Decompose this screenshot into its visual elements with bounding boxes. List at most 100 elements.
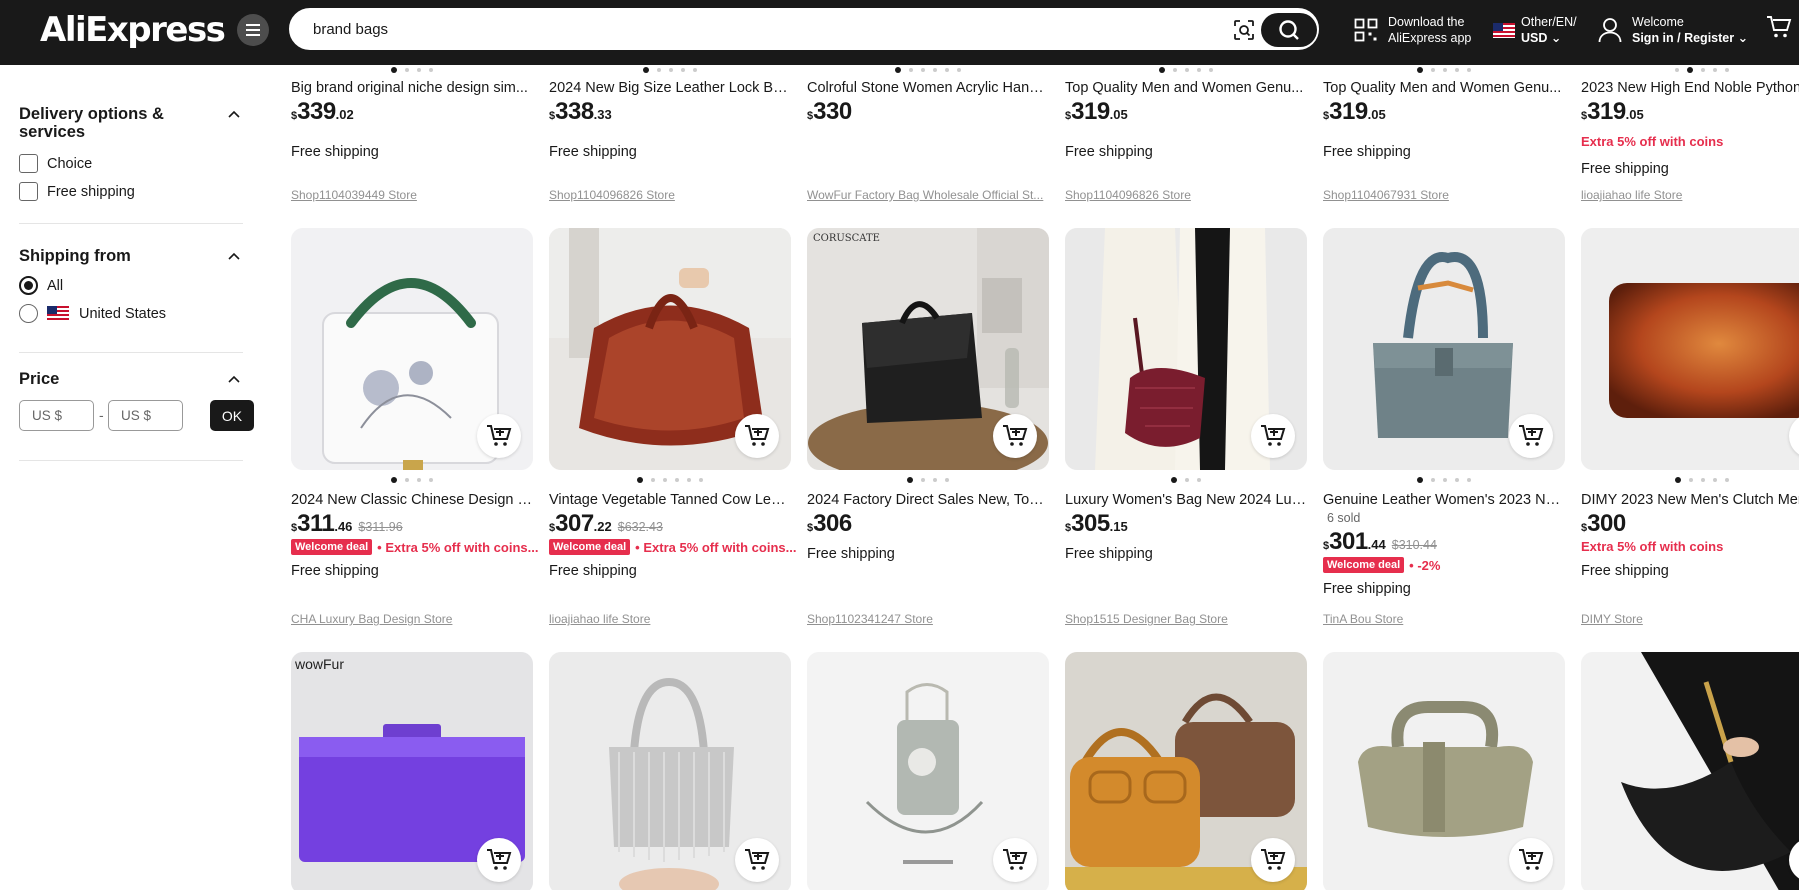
product-title[interactable]: 2024 New Classic Chinese Design H... [291, 491, 533, 509]
product-title[interactable]: Genuine Leather Women's 2023 Ne... [1323, 491, 1565, 509]
store-link[interactable]: Shop1104096826 Store [1065, 188, 1307, 202]
store-link[interactable]: lioajiahao life Store [549, 612, 791, 626]
product-image[interactable] [807, 652, 1049, 890]
add-to-cart-button[interactable] [993, 414, 1037, 458]
sign-in-register-link[interactable]: Sign in / Register [1632, 31, 1734, 45]
shipping-from-filter: Shipping from All United States [19, 247, 243, 323]
product-title[interactable]: Luxury Women's Bag New 2024 Lux... [1065, 491, 1307, 509]
add-to-cart-icon [745, 849, 770, 870]
add-to-cart-button[interactable] [477, 838, 521, 882]
product-price: $338.33 [549, 98, 612, 125]
product-card[interactable]: Genuine Leather Women's 2023 Ne... 6 sol… [1323, 228, 1565, 597]
product-title[interactable]: Colroful Stone Women Acrylic Hand... [807, 79, 1049, 97]
store-link[interactable]: Shop1102341247 Store [807, 612, 1049, 626]
product-card[interactable]: Big brand original niche design sim... $… [291, 65, 533, 205]
divider [19, 223, 243, 224]
product-card[interactable]: Top Quality Men and Women Genu... $319.0… [1065, 65, 1307, 205]
product-card[interactable]: Top Quality Men and Women Genu... $319.0… [1323, 65, 1565, 205]
checkbox-box[interactable] [19, 182, 38, 201]
store-link[interactable]: WowFur Factory Bag Wholesale Official St… [807, 188, 1049, 202]
product-image[interactable] [1581, 228, 1799, 470]
add-to-cart-button[interactable] [1509, 414, 1553, 458]
product-image[interactable] [291, 228, 533, 470]
store-link[interactable]: Shop1104039449 Store [291, 188, 533, 202]
ship-from-us-radio[interactable]: United States [19, 304, 166, 323]
product-card[interactable]: DIMY 2023 New Men's Clutch Men ... $300 … [1581, 228, 1799, 588]
logo-text: AliExpress [40, 10, 226, 50]
cart-icon[interactable] [1766, 14, 1792, 40]
max-price-input[interactable]: US $ [108, 400, 183, 431]
search-input[interactable] [313, 17, 1193, 41]
product-title[interactable]: Big brand original niche design sim... [291, 79, 533, 97]
locale-currency-selector[interactable]: Other/EN/USD ⌄ [1493, 10, 1577, 50]
account-menu[interactable]: Welcome Sign in / Register ⌄ [1598, 10, 1748, 50]
download-app-link[interactable]: Download the AliExpress app [1354, 10, 1471, 50]
chevron-up-icon[interactable] [227, 107, 241, 121]
image-search-icon[interactable] [1233, 19, 1255, 41]
add-to-cart-button[interactable] [735, 838, 779, 882]
product-price: $319.05 [1323, 98, 1386, 125]
product-card[interactable]: 2024 New Big Size Leather Lock Bu... $33… [549, 65, 791, 205]
product-image[interactable] [1323, 652, 1565, 890]
search-button[interactable] [1261, 13, 1317, 47]
delivery-options-title: Delivery options & services [19, 105, 164, 141]
add-to-cart-button[interactable] [735, 414, 779, 458]
add-to-cart-icon [487, 849, 512, 870]
product-title[interactable]: 2023 New High End Noble Python P... [1581, 79, 1799, 97]
product-card[interactable]: Colroful Stone Women Acrylic Hand... $33… [807, 65, 1049, 205]
store-link[interactable]: Shop1515 Designer Bag Store [1065, 612, 1307, 626]
chevron-up-icon[interactable] [227, 372, 241, 386]
add-to-cart-button[interactable] [993, 838, 1037, 882]
add-to-cart-button[interactable] [477, 414, 521, 458]
checkbox-box[interactable] [19, 154, 38, 173]
product-image[interactable] [549, 652, 791, 890]
product-image[interactable] [1581, 652, 1799, 890]
store-link[interactable]: Shop1104067931 Store [1323, 188, 1565, 202]
shipping-info: Free shipping [549, 563, 637, 579]
min-price-input[interactable]: US $ [19, 400, 94, 431]
product-image[interactable]: wowFur [291, 652, 533, 890]
product-title[interactable]: 2024 New Big Size Leather Lock Bu... [549, 79, 791, 97]
product-card[interactable]: 2024 New Classic Chinese Design H... $31… [291, 228, 538, 588]
product-image[interactable]: CORUSCATE [807, 228, 1049, 470]
product-card[interactable]: Luxury Women's Bag New 2024 Lux... $305.… [1065, 228, 1307, 588]
image-carousel-dots [807, 67, 1049, 74]
product-image[interactable] [1065, 652, 1307, 890]
product-image[interactable] [1323, 228, 1565, 470]
product-image[interactable] [549, 228, 791, 470]
image-carousel-dots [291, 67, 533, 74]
radio-button[interactable] [19, 276, 38, 295]
welcome-deal-badge: Welcome deal [291, 539, 373, 555]
radio-button[interactable] [19, 304, 38, 323]
filter-sidebar: Delivery options & services Choice Free … [0, 65, 260, 890]
free-shipping-checkbox[interactable]: Free shipping [19, 182, 135, 201]
product-card[interactable]: Vintage Vegetable Tanned Cow Leat... $30… [549, 228, 796, 588]
price-ok-button[interactable]: OK [210, 400, 254, 431]
aliexpress-logo[interactable]: AliExpress [40, 10, 226, 50]
product-card[interactable]: 2023 New High End Noble Python P... $319… [1581, 65, 1799, 205]
us-flag-icon [47, 306, 69, 321]
add-to-cart-button[interactable] [1251, 838, 1295, 882]
product-title[interactable]: DIMY 2023 New Men's Clutch Men ... [1581, 491, 1799, 509]
ship-from-all-radio[interactable]: All [19, 276, 63, 295]
product-title[interactable]: Vintage Vegetable Tanned Cow Leat... [549, 491, 791, 509]
add-to-cart-icon [1261, 849, 1286, 870]
store-link[interactable]: Shop1104096826 Store [549, 188, 791, 202]
promo-line: Welcome deal • -2% [1323, 557, 1440, 573]
product-title[interactable]: Top Quality Men and Women Genu... [1065, 79, 1307, 97]
product-card[interactable]: CORUSCATE 2024 Factory Direct Sales New,… [807, 228, 1049, 588]
category-menu-button[interactable] [237, 14, 269, 46]
add-to-cart-button[interactable] [1251, 414, 1295, 458]
product-image[interactable] [1065, 228, 1307, 470]
store-link[interactable]: lioajiahao life Store [1581, 188, 1799, 202]
store-link[interactable]: TinA Bou Store [1323, 612, 1565, 626]
product-title[interactable]: Top Quality Men and Women Genu... [1323, 79, 1565, 97]
store-link[interactable]: DIMY Store [1581, 612, 1799, 626]
shipping-info: Free shipping [1581, 161, 1669, 177]
app-line1: Download the [1388, 15, 1465, 29]
store-link[interactable]: CHA Luxury Bag Design Store [291, 612, 533, 626]
product-title[interactable]: 2024 Factory Direct Sales New, Top ... [807, 491, 1049, 509]
choice-checkbox[interactable]: Choice [19, 154, 92, 173]
chevron-up-icon[interactable] [227, 249, 241, 263]
add-to-cart-button[interactable] [1509, 838, 1553, 882]
